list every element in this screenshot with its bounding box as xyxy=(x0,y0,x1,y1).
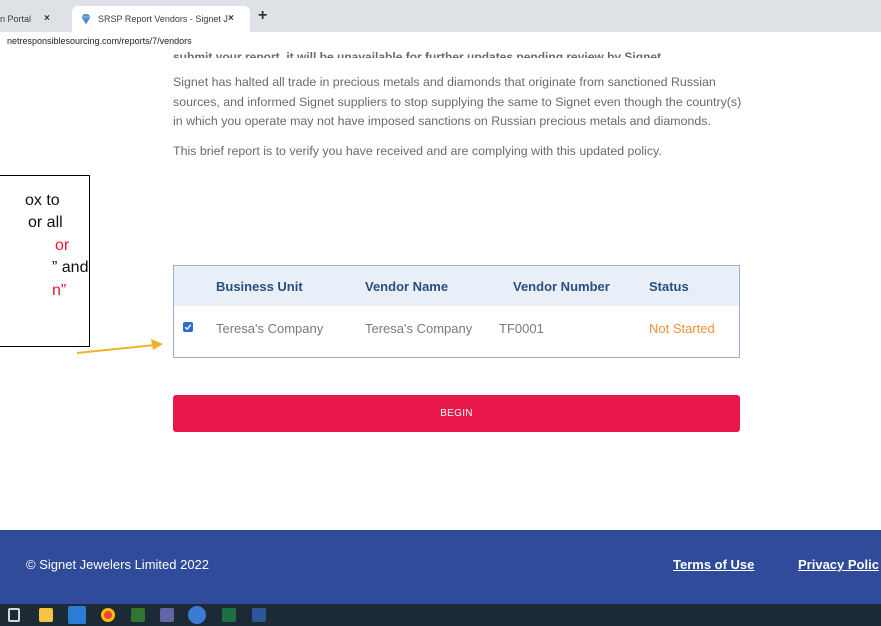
file-explorer-icon[interactable] xyxy=(39,608,53,622)
report-intro: submit your report, it will be unavailab… xyxy=(173,48,743,171)
callout-line: or xyxy=(55,237,70,254)
cell-vendor-number: TF0001 xyxy=(499,321,544,336)
close-tab-icon[interactable]: × xyxy=(228,13,234,24)
browser-tab-strip: n Portal × SRSP Report Vendors - Signet … xyxy=(0,0,881,32)
cell-business-unit: Teresa's Company xyxy=(216,321,324,336)
copyright-text: © Signet Jewelers Limited 2022 xyxy=(26,557,210,572)
cell-status: Not Started xyxy=(649,321,715,336)
callout-line: n” xyxy=(52,282,67,299)
begin-button[interactable]: BEGIN xyxy=(173,395,740,432)
new-tab-button[interactable]: + xyxy=(258,7,267,25)
privacy-policy-link[interactable]: Privacy Polic xyxy=(798,557,879,572)
word-icon[interactable] xyxy=(252,608,266,622)
header-vendor-name: Vendor Name xyxy=(365,279,449,294)
header-vendor-number: Vendor Number xyxy=(513,279,610,294)
header-business-unit: Business Unit xyxy=(216,279,303,294)
tab-portal[interactable]: n Portal × xyxy=(0,6,72,32)
edge-icon[interactable] xyxy=(188,606,206,624)
teams-icon[interactable] xyxy=(160,608,174,622)
task-view-icon[interactable] xyxy=(8,608,20,622)
sanctions-paragraph: Signet has halted all trade in precious … xyxy=(173,75,742,128)
project-icon[interactable] xyxy=(131,608,145,622)
cell-vendor-name: Teresa's Company xyxy=(365,321,473,336)
tab-srsp-report-vendors[interactable]: SRSP Report Vendors - Signet Jew × xyxy=(72,6,250,32)
vendor-table: Business Unit Vendor Name Vendor Number … xyxy=(173,265,740,358)
header-status: Status xyxy=(649,279,689,294)
callout-line: or all xyxy=(28,214,63,231)
checkmark-icon xyxy=(184,324,192,331)
verification-paragraph: This brief report is to verify you have … xyxy=(173,143,662,158)
tab-label: n Portal xyxy=(0,14,32,24)
chrome-icon[interactable] xyxy=(101,608,115,622)
outlook-icon[interactable] xyxy=(68,606,86,624)
windows-taskbar xyxy=(0,604,881,626)
close-tab-icon[interactable]: × xyxy=(44,13,50,24)
terms-of-use-link[interactable]: Terms of Use xyxy=(673,557,754,572)
tab-label: SRSP Report Vendors - Signet Jew xyxy=(98,14,228,24)
site-footer: © Signet Jewelers Limited 2022 Terms of … xyxy=(0,530,881,604)
callout-line: ox to xyxy=(25,192,60,209)
annotation-callout: ox to or all or ” and n” xyxy=(0,175,90,347)
excel-icon[interactable] xyxy=(222,608,236,622)
diamond-favicon-icon xyxy=(81,14,91,25)
callout-arrow-icon xyxy=(76,339,163,354)
callout-line: ” and xyxy=(52,259,89,276)
vendor-row-checkbox[interactable] xyxy=(183,322,193,332)
instruction-text-partial: submit your report, it will be unavailab… xyxy=(173,50,665,58)
url-text: netresponsiblesourcing.com/reports/7/ven… xyxy=(7,36,192,46)
